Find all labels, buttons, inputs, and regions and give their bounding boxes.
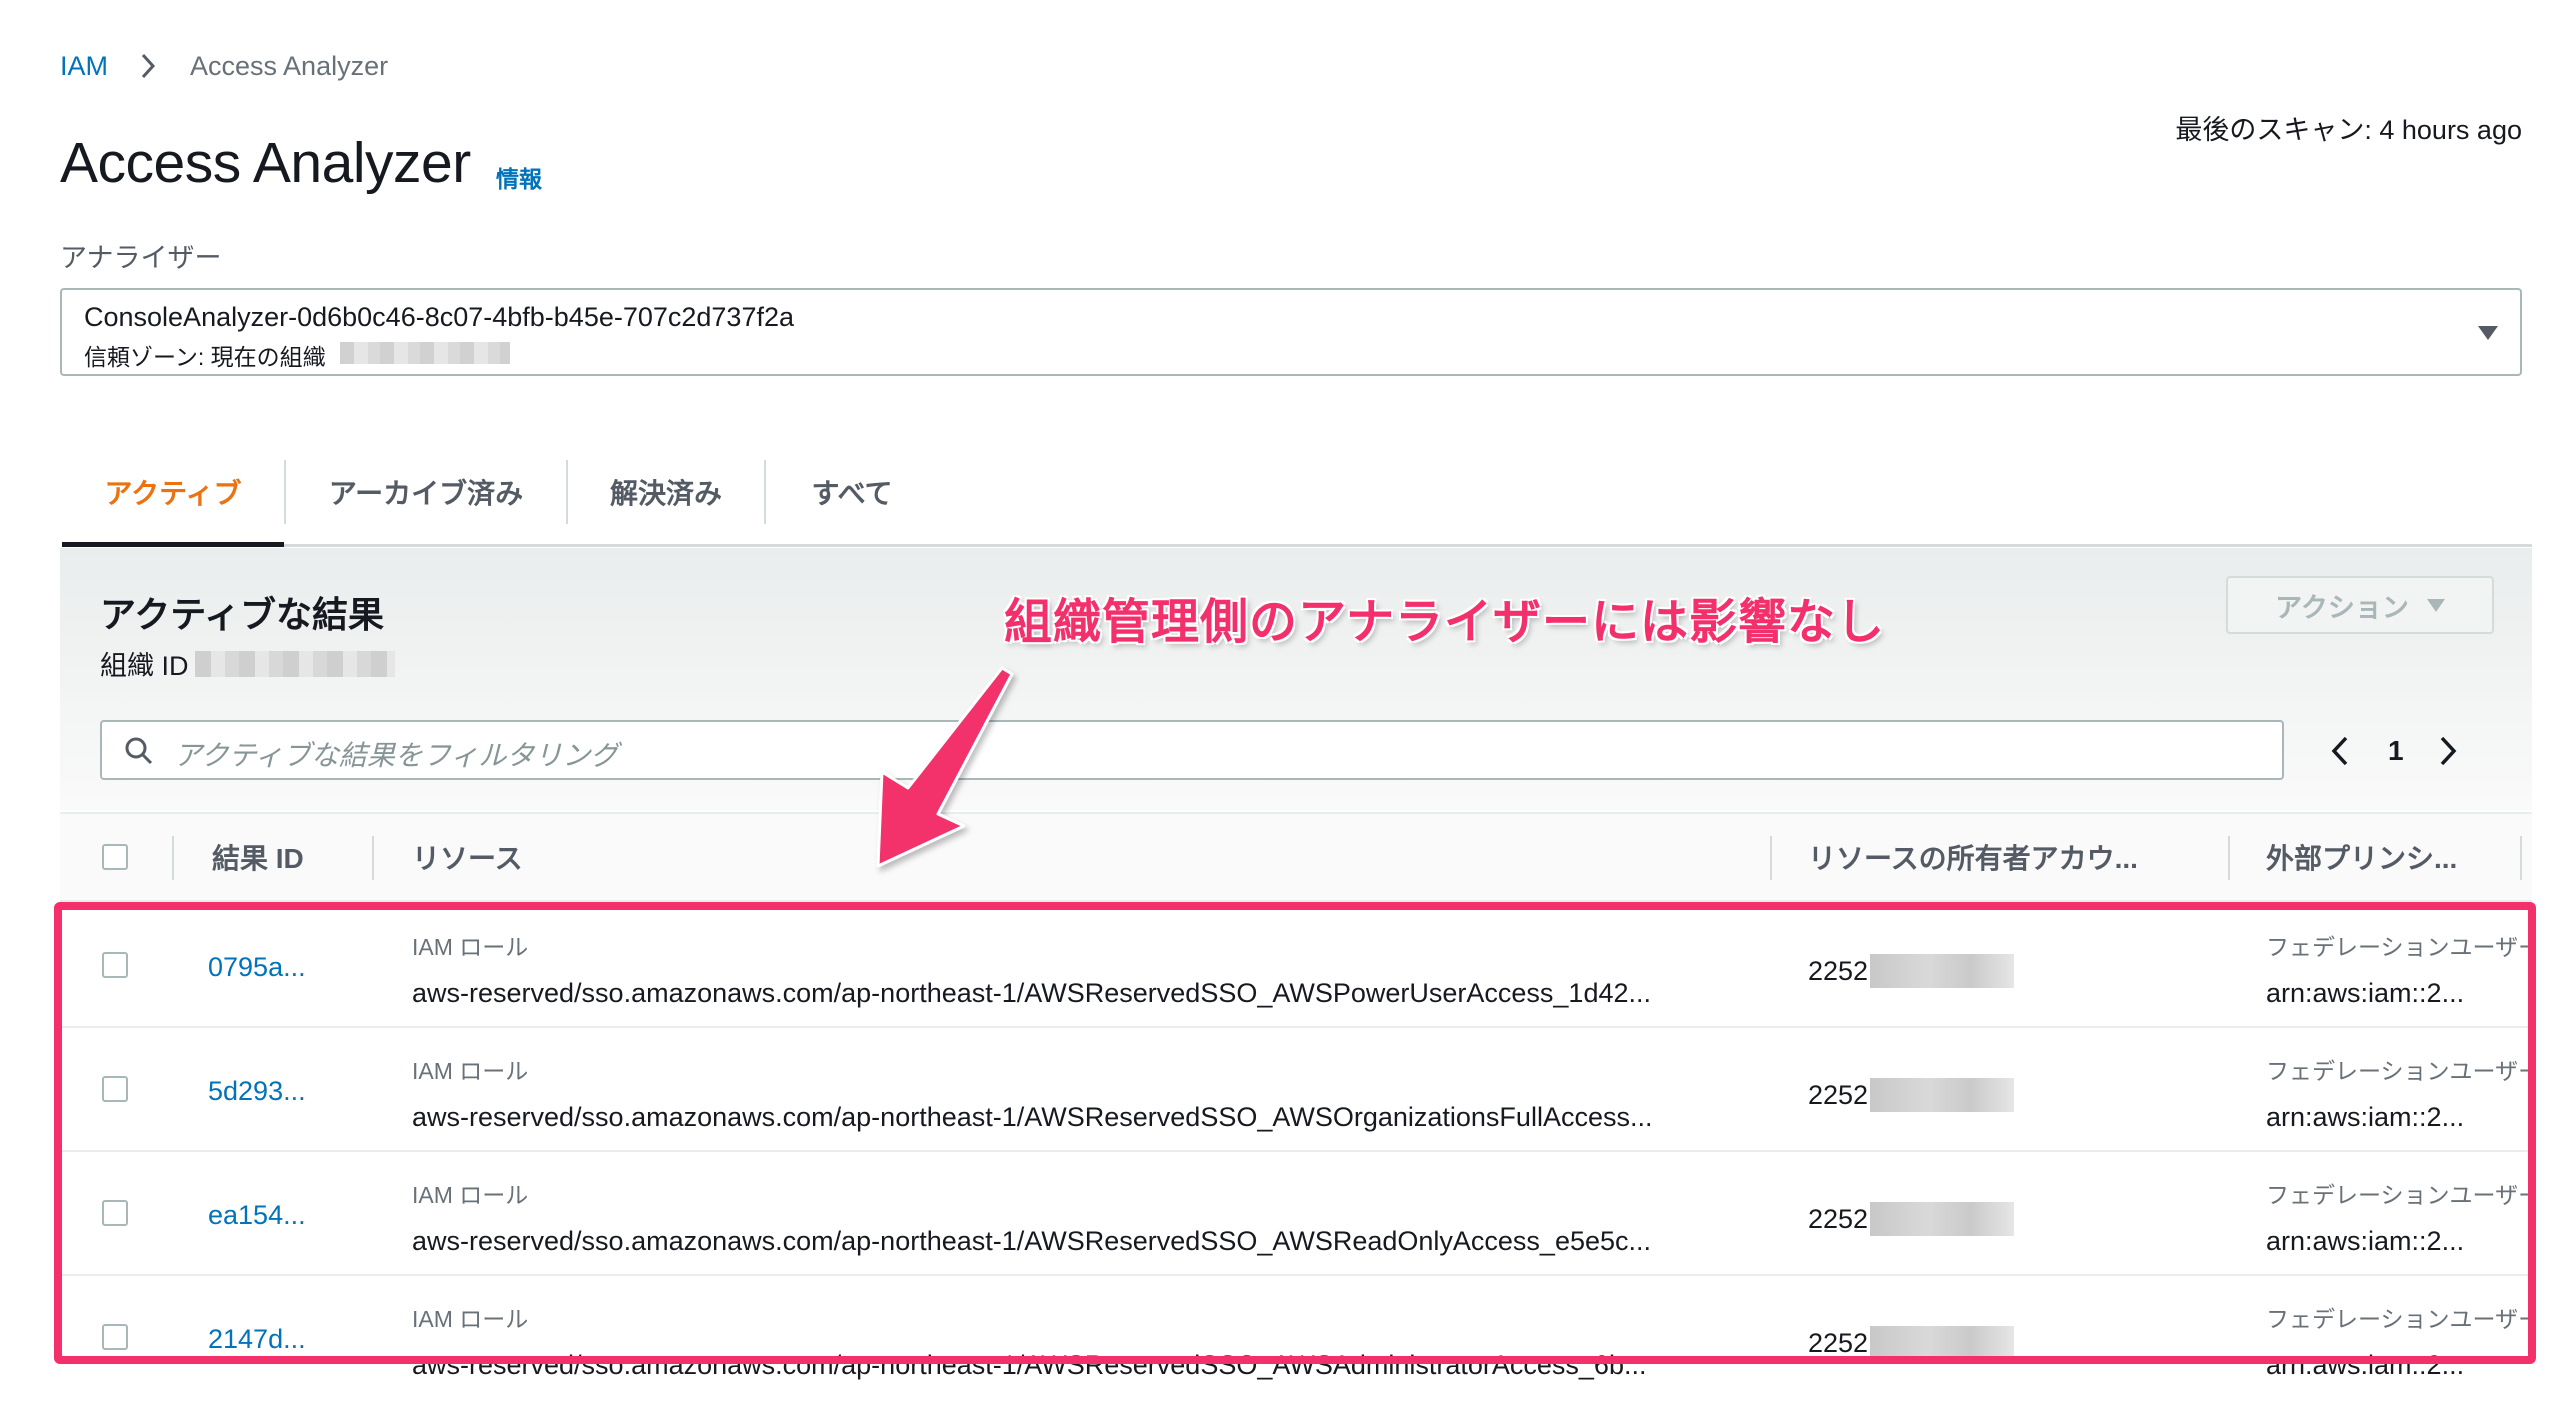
analyzer-zone: 信頼ゾーン: 現在の組織	[84, 344, 326, 370]
page-title: Access Analyzer	[60, 131, 471, 195]
org-id: 組織 ID	[100, 644, 395, 683]
search-icon	[124, 736, 154, 771]
actions-button-label: アクション	[2275, 592, 2409, 623]
actions-button[interactable]: アクション	[2226, 576, 2494, 634]
breadcrumb: IAM Access Analyzer	[60, 46, 388, 86]
table-header: 結果 ID リソース リソースの所有者アカウ... 外部プリンシ...	[60, 812, 2532, 902]
filter-input[interactable]: アクティブな結果をフィルタリング	[100, 720, 2284, 780]
annotation-highlight-box	[54, 902, 2536, 1364]
redacted-org-id	[194, 650, 395, 677]
annotation-text: 組織管理側のアナライザーには影響なし	[1004, 596, 1886, 649]
select-all-checkbox[interactable]	[102, 844, 128, 870]
analyzer-select[interactable]: ConsoleAnalyzer-0d6b0c46-8c07-4bfb-b45e-…	[60, 288, 2522, 376]
column-divider	[1770, 836, 1772, 880]
column-finding-id[interactable]: 結果 ID	[212, 814, 304, 900]
tab-bar: アクティブ アーカイブ済み 解決済み すべて	[62, 440, 2532, 547]
column-divider	[2520, 836, 2522, 880]
org-id-label: 組織 ID	[100, 651, 189, 681]
breadcrumb-iam-link[interactable]: IAM	[60, 51, 108, 82]
column-external-principal[interactable]: 外部プリンシ...	[2266, 814, 2457, 900]
tab-active[interactable]: アクティブ	[62, 440, 284, 547]
column-resource[interactable]: リソース	[412, 814, 523, 900]
tab-resolved[interactable]: 解決済み	[568, 440, 764, 544]
analyzer-selected-name: ConsoleAnalyzer-0d6b0c46-8c07-4bfb-b45e-…	[84, 302, 795, 332]
caret-down-icon	[2426, 598, 2445, 612]
chevron-right-icon[interactable]	[2438, 731, 2462, 771]
tab-archived[interactable]: アーカイブ済み	[286, 440, 566, 544]
chevron-right-icon	[138, 52, 166, 80]
results-title: アクティブな結果	[100, 594, 385, 635]
redacted-org-name	[340, 342, 510, 364]
annotation-arrow	[860, 660, 1020, 885]
page-number[interactable]: 1	[2388, 735, 2404, 767]
breadcrumb-current: Access Analyzer	[190, 50, 389, 81]
column-divider	[172, 836, 174, 880]
info-link[interactable]: 情報	[496, 160, 542, 194]
caret-down-icon	[2478, 326, 2498, 340]
analyzer-label: アナライザー	[60, 243, 222, 273]
filter-placeholder: アクティブな結果をフィルタリング	[174, 740, 619, 771]
column-owner-account[interactable]: リソースの所有者アカウ...	[1808, 814, 2138, 900]
column-divider	[2228, 836, 2230, 880]
tab-all[interactable]: すべて	[766, 440, 938, 544]
chevron-left-icon[interactable]	[2330, 731, 2354, 771]
column-divider	[372, 836, 374, 880]
pagination: 1	[2330, 726, 2462, 776]
last-scan-text: 最後のスキャン: 4 hours ago	[2175, 115, 2522, 145]
